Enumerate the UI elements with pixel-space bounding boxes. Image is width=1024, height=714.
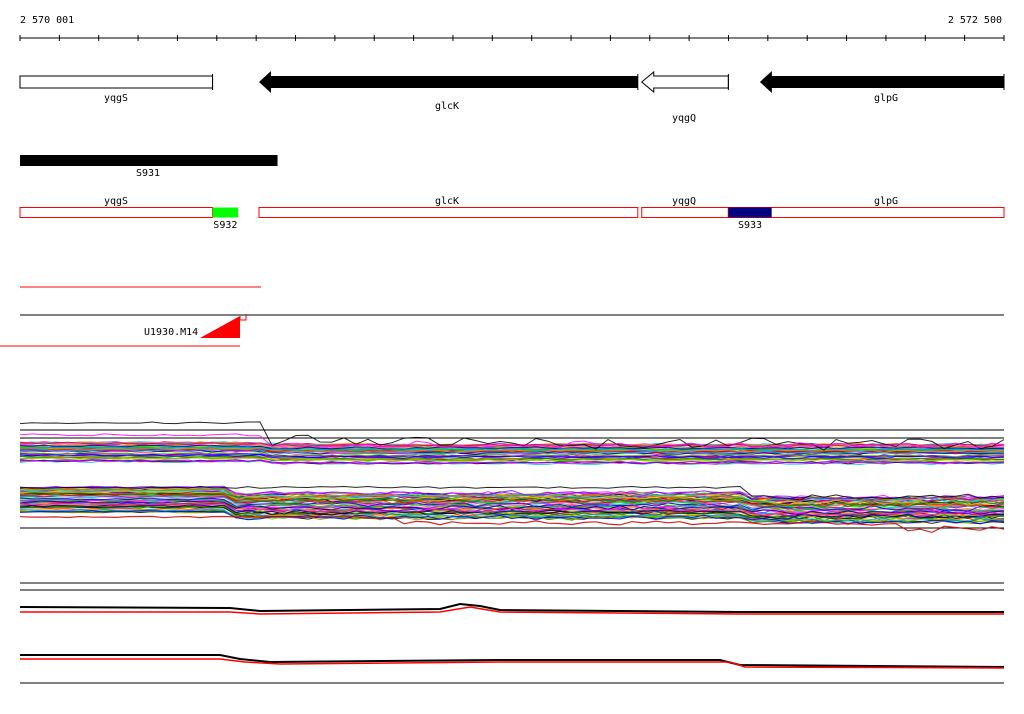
- gene-yqgQ[interactable]: yqgQ: [640, 70, 729, 124]
- segment-bar[interactable]: [20, 155, 278, 166]
- ruler-end-label: 2 572 500: [948, 15, 1002, 26]
- tiling-panel: [19, 582, 1005, 684]
- gene-track: yqgS glcK yqgQ glpG: [19, 70, 1005, 124]
- tiling-line: [20, 654, 1005, 668]
- gene-glcK[interactable]: glcK: [259, 71, 639, 112]
- gene-shape[interactable]: [640, 70, 729, 94]
- tu-yqgS[interactable]: yqgS: [19, 196, 214, 218]
- gene-glpG[interactable]: glpG: [759, 71, 1005, 104]
- tu-label: yqgQ: [672, 196, 696, 207]
- tu-glcK[interactable]: glcK: [258, 196, 639, 218]
- tu-label: glcK: [435, 196, 459, 207]
- gene-label: glpG: [874, 93, 898, 104]
- upshift-label: U1930.M14: [144, 327, 198, 338]
- upshift-track: U1930.M14: [0, 286, 1004, 347]
- ruler-start-label: 2 570 001: [20, 15, 74, 26]
- tu-label: yqgS: [104, 196, 128, 207]
- segment-S931[interactable]: S931: [20, 155, 278, 179]
- box-S933[interactable]: S933: [728, 207, 772, 232]
- tiling-profile-lines: [19, 602, 1005, 669]
- tu-yqgQ[interactable]: yqgQ: [641, 196, 729, 218]
- tu-box[interactable]: [19, 207, 214, 218]
- segment-label: S931: [136, 168, 160, 179]
- gene-yqgS[interactable]: yqgS: [19, 74, 214, 104]
- gene-label: glcK: [435, 101, 459, 112]
- box-fill[interactable]: [728, 207, 772, 218]
- box-label: S932: [213, 220, 237, 231]
- expression-panel: [19, 421, 1005, 534]
- upshift-marker: [200, 316, 240, 338]
- gene-shape[interactable]: [259, 71, 638, 93]
- genome-browser: 2 570 001 2 572 500 yqgS glcK yqgQ glpG S93…: [0, 15, 1005, 684]
- tu-box[interactable]: [258, 207, 639, 218]
- tu-box[interactable]: [641, 207, 729, 218]
- transcription-unit-track: yqgS glcK yqgQ glpG S932 S933: [19, 196, 1005, 232]
- box-label: S933: [738, 220, 762, 231]
- tiling-line: [19, 602, 1004, 613]
- gene-shape[interactable]: [19, 75, 214, 89]
- gene-shape[interactable]: [759, 71, 1004, 93]
- gene-label: yqgQ: [672, 113, 696, 124]
- tu-label: glpG: [874, 196, 898, 207]
- coordinate-ruler: 2 570 001 2 572 500: [19, 15, 1005, 41]
- box-S932[interactable]: S932: [212, 207, 239, 232]
- gene-label: yqgS: [104, 93, 128, 104]
- segment-track: S931: [20, 155, 278, 179]
- box-fill[interactable]: [212, 207, 239, 218]
